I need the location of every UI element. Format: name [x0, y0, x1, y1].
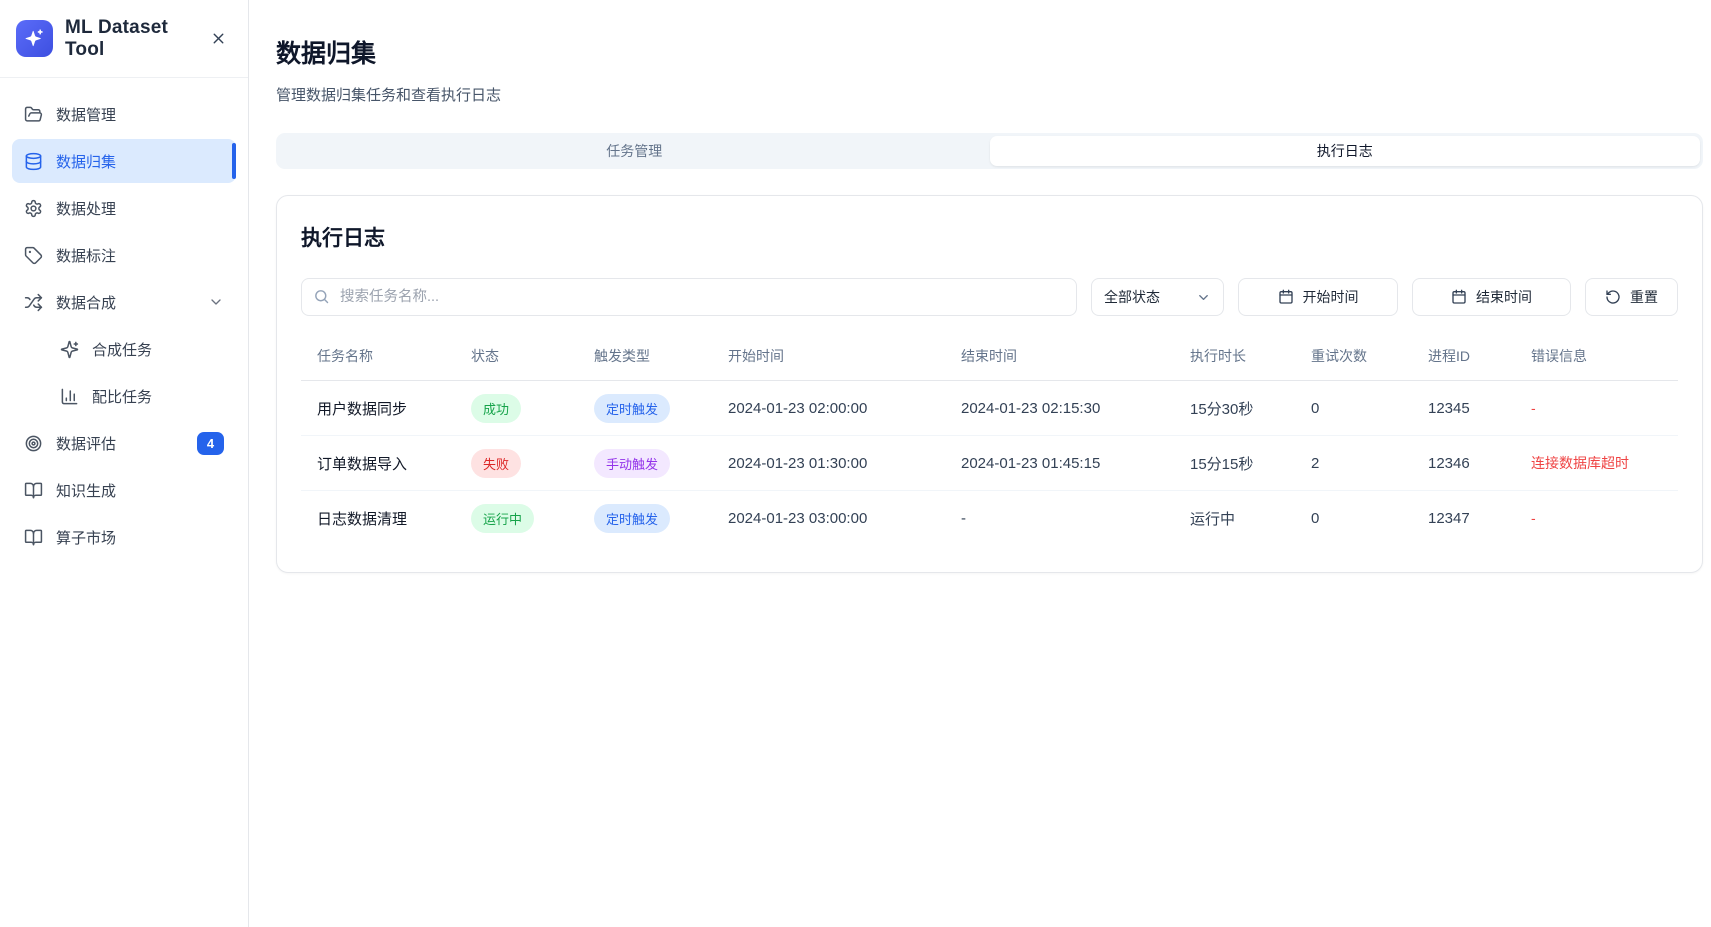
- tab-execution-logs[interactable]: 执行日志: [990, 136, 1701, 166]
- calendar-icon: [1278, 289, 1294, 305]
- calendar-icon: [1451, 289, 1467, 305]
- cell-start-time: 2024-01-23 02:00:00: [712, 381, 945, 436]
- column-header: 进程ID: [1412, 346, 1515, 381]
- sidebar: ML Dataset Tool 数据管理数据归集数据处理数据标注数据合成合成任务…: [0, 0, 249, 927]
- cell-retries: 2: [1295, 436, 1412, 491]
- search-box: [301, 278, 1077, 316]
- sidebar-item-data-synthesis[interactable]: 数据合成: [12, 280, 236, 324]
- cell-task-name: 订单数据导入: [301, 436, 455, 491]
- tab-bar: 任务管理执行日志: [276, 133, 1703, 169]
- page-subtitle: 管理数据归集任务和查看执行日志: [276, 84, 1703, 105]
- sidebar-close-button[interactable]: [204, 25, 232, 53]
- sidebar-item-synthesis-task[interactable]: 合成任务: [12, 327, 236, 371]
- status-filter-select[interactable]: 全部状态: [1091, 278, 1224, 316]
- table-row: 日志数据清理运行中定时触发2024-01-23 03:00:00-运行中0123…: [301, 491, 1678, 546]
- chevron-down-icon: [1196, 290, 1211, 305]
- book-icon: [24, 528, 43, 547]
- cell-status: 运行中: [455, 491, 578, 546]
- cell-status: 成功: [455, 381, 578, 436]
- sidebar-item-data-management[interactable]: 数据管理: [12, 92, 236, 136]
- cell-retries: 0: [1295, 491, 1412, 546]
- end-time-button[interactable]: 结束时间: [1412, 278, 1571, 316]
- column-header: 结束时间: [945, 346, 1174, 381]
- status-badge: 成功: [471, 394, 521, 423]
- cell-end-time: 2024-01-23 01:45:15: [945, 436, 1174, 491]
- active-indicator: [232, 143, 236, 179]
- chevron-down-icon: [208, 294, 224, 310]
- search-input[interactable]: [301, 278, 1077, 316]
- cell-start-time: 2024-01-23 03:00:00: [712, 491, 945, 546]
- sidebar-item-knowledge-generation[interactable]: 知识生成: [12, 468, 236, 512]
- sparkles-icon: [60, 340, 79, 359]
- cell-error: -: [1515, 491, 1678, 546]
- bar-chart-icon: [60, 387, 79, 406]
- main-content: 数据归集 管理数据归集任务和查看执行日志 任务管理执行日志 执行日志 全部状态: [249, 0, 1711, 927]
- sidebar-item-data-evaluation[interactable]: 数据评估4: [12, 421, 236, 465]
- column-header: 任务名称: [301, 346, 455, 381]
- status-badge: 失败: [471, 449, 521, 478]
- column-header: 重试次数: [1295, 346, 1412, 381]
- tab-task-management[interactable]: 任务管理: [279, 136, 990, 166]
- shuffle-icon: [24, 293, 43, 312]
- cell-end-time: 2024-01-23 02:15:30: [945, 381, 1174, 436]
- execution-log-panel: 执行日志 全部状态: [276, 195, 1703, 573]
- table-row: 订单数据导入失败 手动触发 2024-01-23 01:30:002024-01-2…: [301, 436, 1678, 491]
- cell-status: 失败: [455, 436, 578, 491]
- cell-pid: 12345: [1412, 381, 1515, 436]
- gear-icon: [24, 199, 43, 218]
- tag-icon: [24, 246, 43, 265]
- column-header: 开始时间: [712, 346, 945, 381]
- sidebar-item-operator-market[interactable]: 算子市场: [12, 515, 236, 559]
- rotate-ccw-icon: [1605, 289, 1621, 305]
- sidebar-nav: 数据管理数据归集数据处理数据标注数据合成合成任务配比任务数据评估4知识生成算子市…: [0, 78, 248, 576]
- count-badge: 4: [197, 432, 224, 455]
- column-header: 执行时长: [1174, 346, 1295, 381]
- sidebar-header: ML Dataset Tool: [0, 0, 248, 78]
- cell-trigger: 定时触发: [578, 491, 712, 546]
- cell-task-name: 用户数据同步: [301, 381, 455, 436]
- column-header: 状态: [455, 346, 578, 381]
- folder-icon: [24, 105, 43, 124]
- cell-trigger: 手动触发: [578, 436, 712, 491]
- search-icon: [313, 288, 330, 310]
- sidebar-item-data-processing[interactable]: 数据处理: [12, 186, 236, 230]
- start-time-button[interactable]: 开始时间: [1238, 278, 1398, 316]
- trigger-badge: 定时触发: [594, 504, 670, 533]
- close-icon: [210, 30, 227, 47]
- trigger-badge: 定时触发: [594, 394, 670, 423]
- status-badge: 运行中: [471, 504, 534, 533]
- target-icon: [24, 434, 43, 453]
- app-title: ML Dataset Tool: [65, 17, 192, 61]
- log-table: 任务名称状态触发类型开始时间结束时间执行时长重试次数进程ID错误信息 用户数据同…: [301, 346, 1678, 546]
- column-header: 触发类型: [578, 346, 712, 381]
- page-title: 数据归集: [276, 34, 1703, 70]
- column-header: 错误信息: [1515, 346, 1678, 381]
- cell-duration: 运行中: [1174, 491, 1295, 546]
- cell-start-time: 2024-01-23 01:30:00: [712, 436, 945, 491]
- sidebar-item-data-collection[interactable]: 数据归集: [12, 139, 236, 183]
- cell-duration: 15分30秒: [1174, 381, 1295, 436]
- cell-pid: 12347: [1412, 491, 1515, 546]
- reset-button[interactable]: 重置: [1585, 278, 1678, 316]
- status-filter-value: 全部状态: [1104, 287, 1160, 307]
- app-window: ML Dataset Tool 数据管理数据归集数据处理数据标注数据合成合成任务…: [0, 0, 1711, 927]
- cell-end-time: -: [945, 491, 1174, 546]
- cell-pid: 12346: [1412, 436, 1515, 491]
- table-row: 用户数据同步成功 定时触发 2024-01-23 02:00:002024-01-2…: [301, 381, 1678, 436]
- app-logo-icon: [16, 20, 53, 57]
- sidebar-item-data-annotation[interactable]: 数据标注: [12, 233, 236, 277]
- panel-title: 执行日志: [301, 222, 1678, 252]
- sidebar-item-ratio-task[interactable]: 配比任务: [12, 374, 236, 418]
- trigger-badge: 手动触发: [594, 449, 670, 478]
- cell-task-name: 日志数据清理: [301, 491, 455, 546]
- cell-duration: 15分15秒: [1174, 436, 1295, 491]
- table-header-row: 任务名称状态触发类型开始时间结束时间执行时长重试次数进程ID错误信息: [301, 346, 1678, 381]
- filter-toolbar: 全部状态 开始时间 结束时间: [301, 278, 1678, 316]
- cell-trigger: 定时触发: [578, 381, 712, 436]
- cell-error: 连接数据库超时: [1515, 436, 1678, 491]
- cell-retries: 0: [1295, 381, 1412, 436]
- book-icon: [24, 481, 43, 500]
- cell-error: -: [1515, 381, 1678, 436]
- database-icon: [24, 152, 43, 171]
